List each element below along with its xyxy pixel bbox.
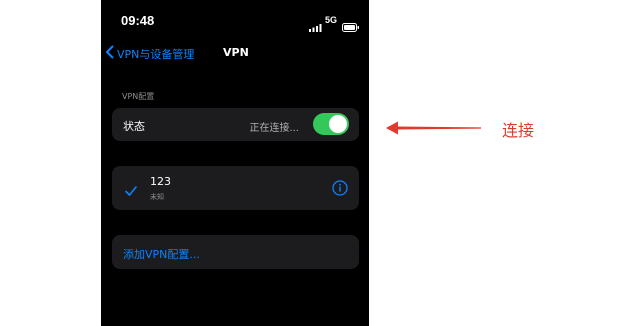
arrow-icon bbox=[386, 120, 482, 139]
nav-bar: VPN与设备管理 VPN bbox=[101, 40, 369, 68]
info-icon[interactable] bbox=[332, 180, 348, 200]
status-bar: 09:48 5G bbox=[101, 0, 369, 40]
network-label: 5G bbox=[325, 15, 338, 25]
status-row: 状态 正在连接... bbox=[112, 108, 359, 141]
vpn-subtitle: 未知 bbox=[150, 193, 164, 201]
section-header: VPN配置 bbox=[122, 92, 155, 101]
page-title: VPN bbox=[223, 46, 249, 59]
vpn-config-item[interactable]: 123 未知 bbox=[112, 166, 359, 210]
vpn-toggle[interactable] bbox=[313, 113, 349, 135]
back-button[interactable]: VPN与设备管理 bbox=[105, 44, 194, 63]
battery-icon bbox=[342, 17, 360, 36]
phone-screen: 09:48 5G VPN与设备管理 VPN VPN配置 状态 正在连接... 1… bbox=[101, 0, 369, 326]
status-time: 09:48 bbox=[121, 13, 155, 28]
toggle-knob bbox=[329, 115, 347, 133]
add-vpn-config-button[interactable]: 添加VPN配置... bbox=[112, 235, 359, 269]
annotation-label: 连接 bbox=[502, 121, 535, 140]
status-label: 状态 bbox=[123, 120, 145, 133]
checkmark-icon bbox=[125, 181, 137, 200]
signal-icon bbox=[309, 17, 322, 36]
chevron-left-icon bbox=[105, 44, 114, 63]
add-vpn-config-label: 添加VPN配置... bbox=[123, 248, 200, 261]
back-label: VPN与设备管理 bbox=[117, 47, 195, 61]
vpn-name: 123 bbox=[150, 175, 171, 188]
status-value: 正在连接... bbox=[249, 123, 299, 134]
